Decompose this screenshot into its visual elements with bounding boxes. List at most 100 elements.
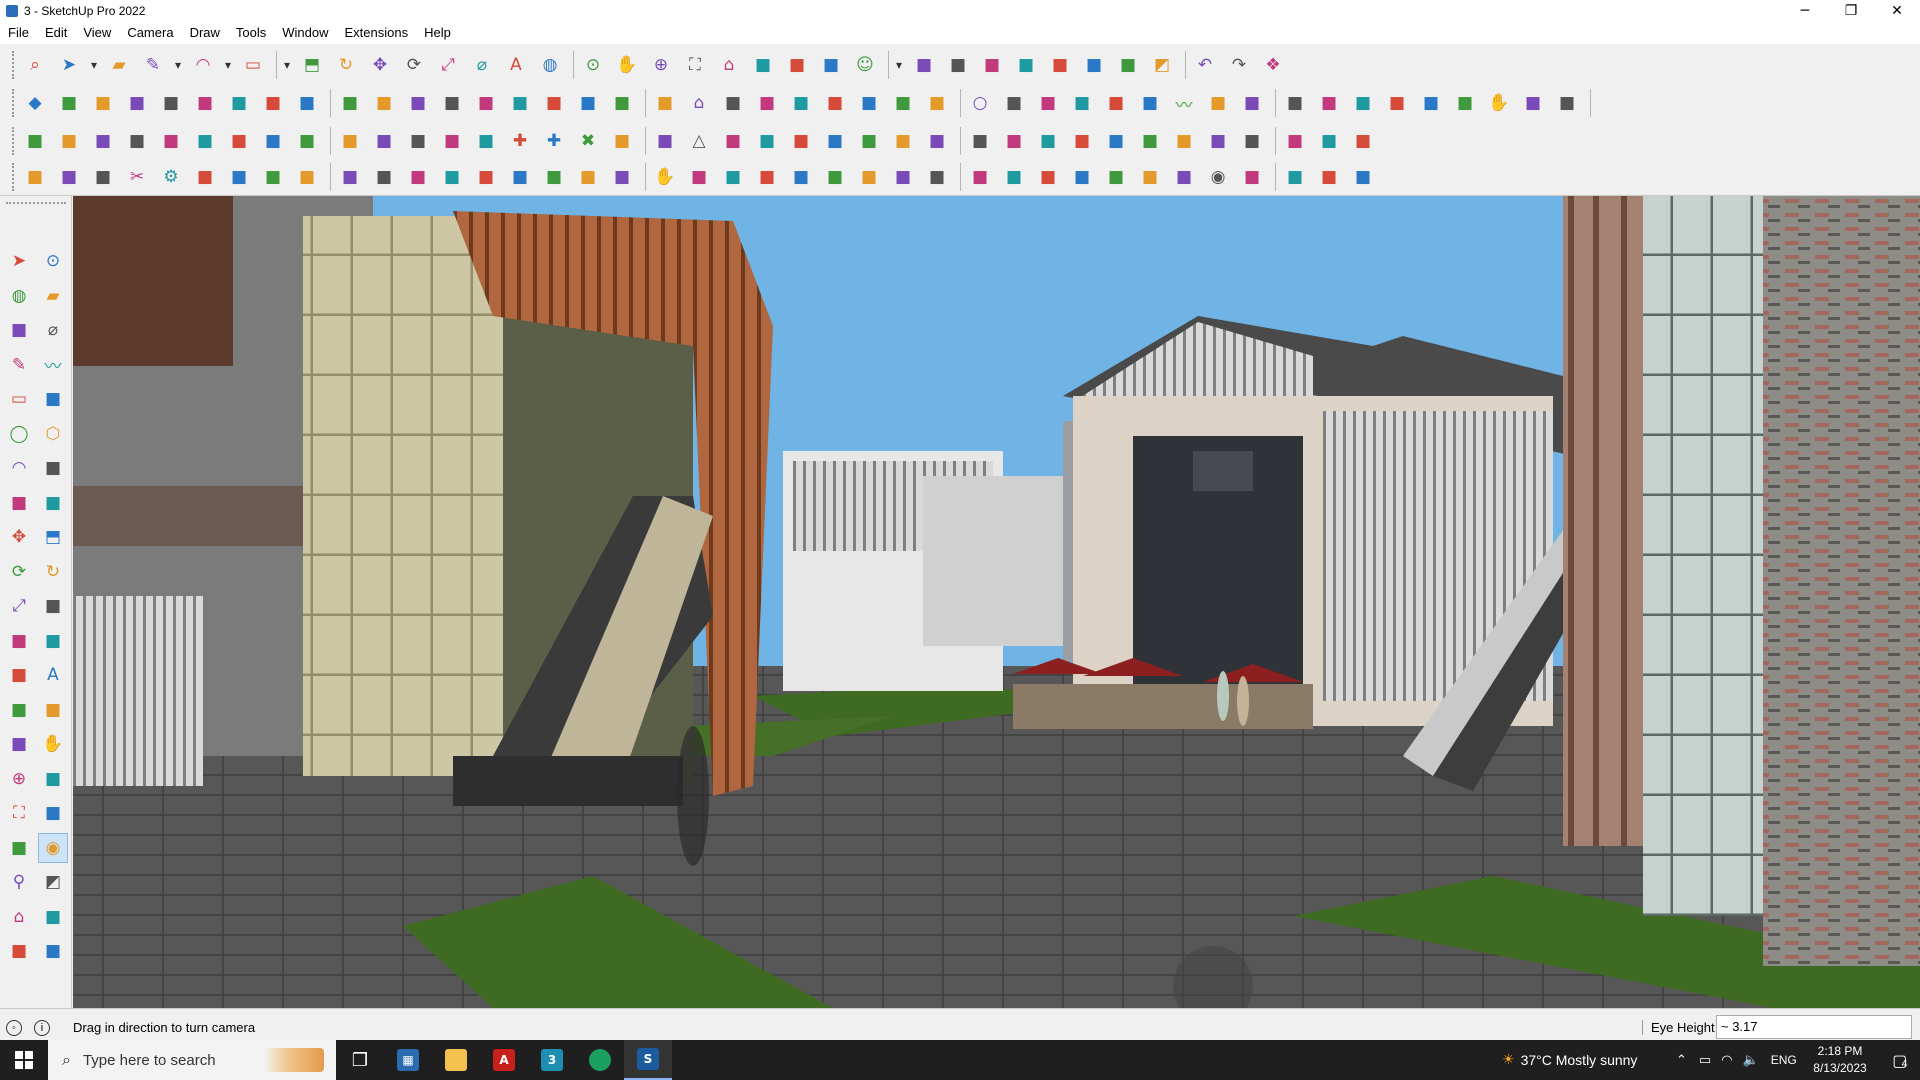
car-icon[interactable]: ■ bbox=[88, 162, 118, 192]
corner-icon[interactable]: ■ bbox=[369, 162, 399, 192]
text-icon[interactable]: A bbox=[38, 660, 68, 690]
dropdown-caret-icon[interactable]: ▾ bbox=[88, 50, 100, 80]
components-red-icon[interactable]: ■ bbox=[965, 126, 995, 156]
task-view-button[interactable]: ❐ bbox=[336, 1040, 384, 1080]
push-pull-multi-icon[interactable]: ■ bbox=[190, 88, 220, 118]
component-icon[interactable]: ■ bbox=[4, 315, 34, 345]
cube-outline-icon[interactable]: ■ bbox=[54, 88, 84, 118]
measurements-box[interactable]: ~ 3.17 bbox=[1716, 1015, 1912, 1039]
bend-icon[interactable]: ■ bbox=[1348, 88, 1378, 118]
lasso-blue-icon[interactable]: ■ bbox=[786, 126, 816, 156]
warehouse-icon[interactable]: ⌂ bbox=[714, 50, 744, 80]
cross-red-icon[interactable]: ✚ bbox=[505, 126, 535, 156]
house-outline-icon[interactable]: ■ bbox=[718, 88, 748, 118]
component-dark-icon[interactable]: ■ bbox=[1450, 88, 1480, 118]
weather-widget[interactable]: ☀ 37°C Mostly sunny bbox=[1502, 1040, 1637, 1080]
push-pull-orange2-icon[interactable]: ■ bbox=[335, 88, 365, 118]
zoom-icon[interactable]: ⊕ bbox=[646, 50, 676, 80]
position-camera-icon[interactable]: ■ bbox=[4, 833, 34, 863]
push-pull-green-icon[interactable]: ■ bbox=[258, 88, 288, 118]
plane-green-icon[interactable]: ■ bbox=[539, 88, 569, 118]
protractor-icon[interactable]: ■ bbox=[4, 660, 34, 690]
rectangle-outline-icon[interactable]: ■ bbox=[922, 88, 952, 118]
scale-icon[interactable]: ⤢ bbox=[433, 50, 463, 80]
rectangle-icon[interactable]: ▭ bbox=[238, 50, 268, 80]
info-icon[interactable]: i bbox=[34, 1020, 50, 1036]
cross-blue-icon[interactable]: ✖ bbox=[573, 126, 603, 156]
fold-icon[interactable]: ■ bbox=[718, 162, 748, 192]
styles-icon[interactable]: ■ bbox=[38, 936, 68, 966]
polygon-outline-icon[interactable]: ■ bbox=[999, 88, 1029, 118]
box-brown-icon[interactable]: ■ bbox=[854, 126, 884, 156]
eraser-pink-icon[interactable]: ■ bbox=[1314, 88, 1344, 118]
chevron-up-icon[interactable]: ⌃ bbox=[1676, 1053, 1687, 1068]
layout-icon[interactable]: ■ bbox=[782, 50, 812, 80]
hand2-icon[interactable]: ✋ bbox=[650, 162, 680, 192]
polygon-icon[interactable]: ⬡ bbox=[38, 419, 68, 449]
extension-warehouse-icon[interactable]: ■ bbox=[748, 50, 778, 80]
rotate-icon[interactable]: ⟳ bbox=[4, 557, 34, 587]
grid-red2-icon[interactable]: ■ bbox=[292, 126, 322, 156]
start-button[interactable] bbox=[0, 1040, 48, 1080]
arrows-icon[interactable]: ■ bbox=[820, 126, 850, 156]
scale-icon[interactable]: ⤢ bbox=[4, 591, 34, 621]
cube-xray-icon[interactable]: ■ bbox=[88, 88, 118, 118]
menu-extensions[interactable]: Extensions bbox=[337, 22, 417, 44]
plane-yellow-icon[interactable]: ■ bbox=[88, 126, 118, 156]
ribbon-icon[interactable]: ■ bbox=[190, 162, 220, 192]
display-icon[interactable]: ▭ bbox=[1699, 1053, 1711, 1068]
components-red3-icon[interactable]: ■ bbox=[1033, 126, 1063, 156]
gear-icon[interactable]: ⚙ bbox=[156, 162, 186, 192]
polyline-icon[interactable]: ■ bbox=[20, 162, 50, 192]
push-pull-orange-icon[interactable]: ■ bbox=[292, 88, 322, 118]
close-button[interactable]: ✕ bbox=[1874, 0, 1920, 22]
3d-text-icon[interactable]: ■ bbox=[38, 695, 68, 725]
ramp-icon[interactable]: ■ bbox=[786, 162, 816, 192]
tape-measure-icon[interactable]: ⌀ bbox=[38, 315, 68, 345]
sandbox-from-contours-icon[interactable]: ■ bbox=[909, 50, 939, 80]
stairs2-icon[interactable]: ■ bbox=[965, 162, 995, 192]
section-plane-icon[interactable]: ◩ bbox=[1147, 50, 1177, 80]
box-hatch-icon[interactable]: ■ bbox=[505, 162, 535, 192]
tile-orange-icon[interactable]: ■ bbox=[1169, 126, 1199, 156]
cone2-icon[interactable]: ■ bbox=[650, 126, 680, 156]
network-icon[interactable]: ■ bbox=[1348, 126, 1378, 156]
spiral-icon[interactable]: ■ bbox=[1237, 88, 1267, 118]
text-icon[interactable]: A bbox=[501, 50, 531, 80]
node-red-icon[interactable]: ■ bbox=[471, 126, 501, 156]
drape-icon[interactable]: ■ bbox=[1045, 50, 1075, 80]
flip-edge-icon[interactable]: ■ bbox=[1113, 50, 1143, 80]
dots-red-icon[interactable]: ■ bbox=[1280, 126, 1310, 156]
pan-icon[interactable]: ✋ bbox=[612, 50, 642, 80]
grid-dark2-icon[interactable]: ■ bbox=[1135, 162, 1165, 192]
rotate-icon[interactable]: ⟳ bbox=[399, 50, 429, 80]
tape-measure-2-icon[interactable]: ■ bbox=[4, 626, 34, 656]
sandbox-from-scratch-icon[interactable]: ■ bbox=[943, 50, 973, 80]
menu-view[interactable]: View bbox=[75, 22, 119, 44]
menu-draw[interactable]: Draw bbox=[182, 22, 228, 44]
layout-icon[interactable]: ■ bbox=[4, 936, 34, 966]
cone-icon[interactable]: ■ bbox=[607, 126, 637, 156]
house-icon[interactable]: ⌂ bbox=[684, 88, 714, 118]
menu-file[interactable]: File bbox=[0, 22, 37, 44]
bezier-icon[interactable]: ■ bbox=[1203, 88, 1233, 118]
pan-icon[interactable]: ✋ bbox=[38, 729, 68, 759]
model-viewport[interactable] bbox=[73, 196, 1920, 1008]
taskbar-clock[interactable]: 2:18 PM 8/13/2023 bbox=[1800, 1043, 1880, 1077]
bend2-icon[interactable]: ■ bbox=[335, 162, 365, 192]
plane-red-icon[interactable]: ■ bbox=[156, 126, 186, 156]
dropdown-caret-icon[interactable]: ▾ bbox=[281, 50, 293, 80]
tile-orange2-icon[interactable]: ■ bbox=[1203, 126, 1233, 156]
pencil-line-icon[interactable]: ✎ bbox=[4, 350, 34, 380]
tape-measure-icon[interactable]: ⌀ bbox=[467, 50, 497, 80]
curve-red-icon[interactable]: ■ bbox=[471, 162, 501, 192]
panel2-icon[interactable]: ■ bbox=[1033, 162, 1063, 192]
hand-icon[interactable]: ✋ bbox=[1484, 88, 1514, 118]
fence-icon[interactable]: ■ bbox=[1067, 162, 1097, 192]
plane-green3-icon[interactable]: ■ bbox=[122, 126, 152, 156]
warehouse-icon[interactable]: ⌂ bbox=[4, 902, 34, 932]
cube-icon[interactable]: ◆ bbox=[20, 88, 50, 118]
dotted-curve-icon[interactable]: ■ bbox=[54, 162, 84, 192]
house-shape-icon[interactable]: ■ bbox=[607, 88, 637, 118]
menu-tools[interactable]: Tools bbox=[228, 22, 274, 44]
